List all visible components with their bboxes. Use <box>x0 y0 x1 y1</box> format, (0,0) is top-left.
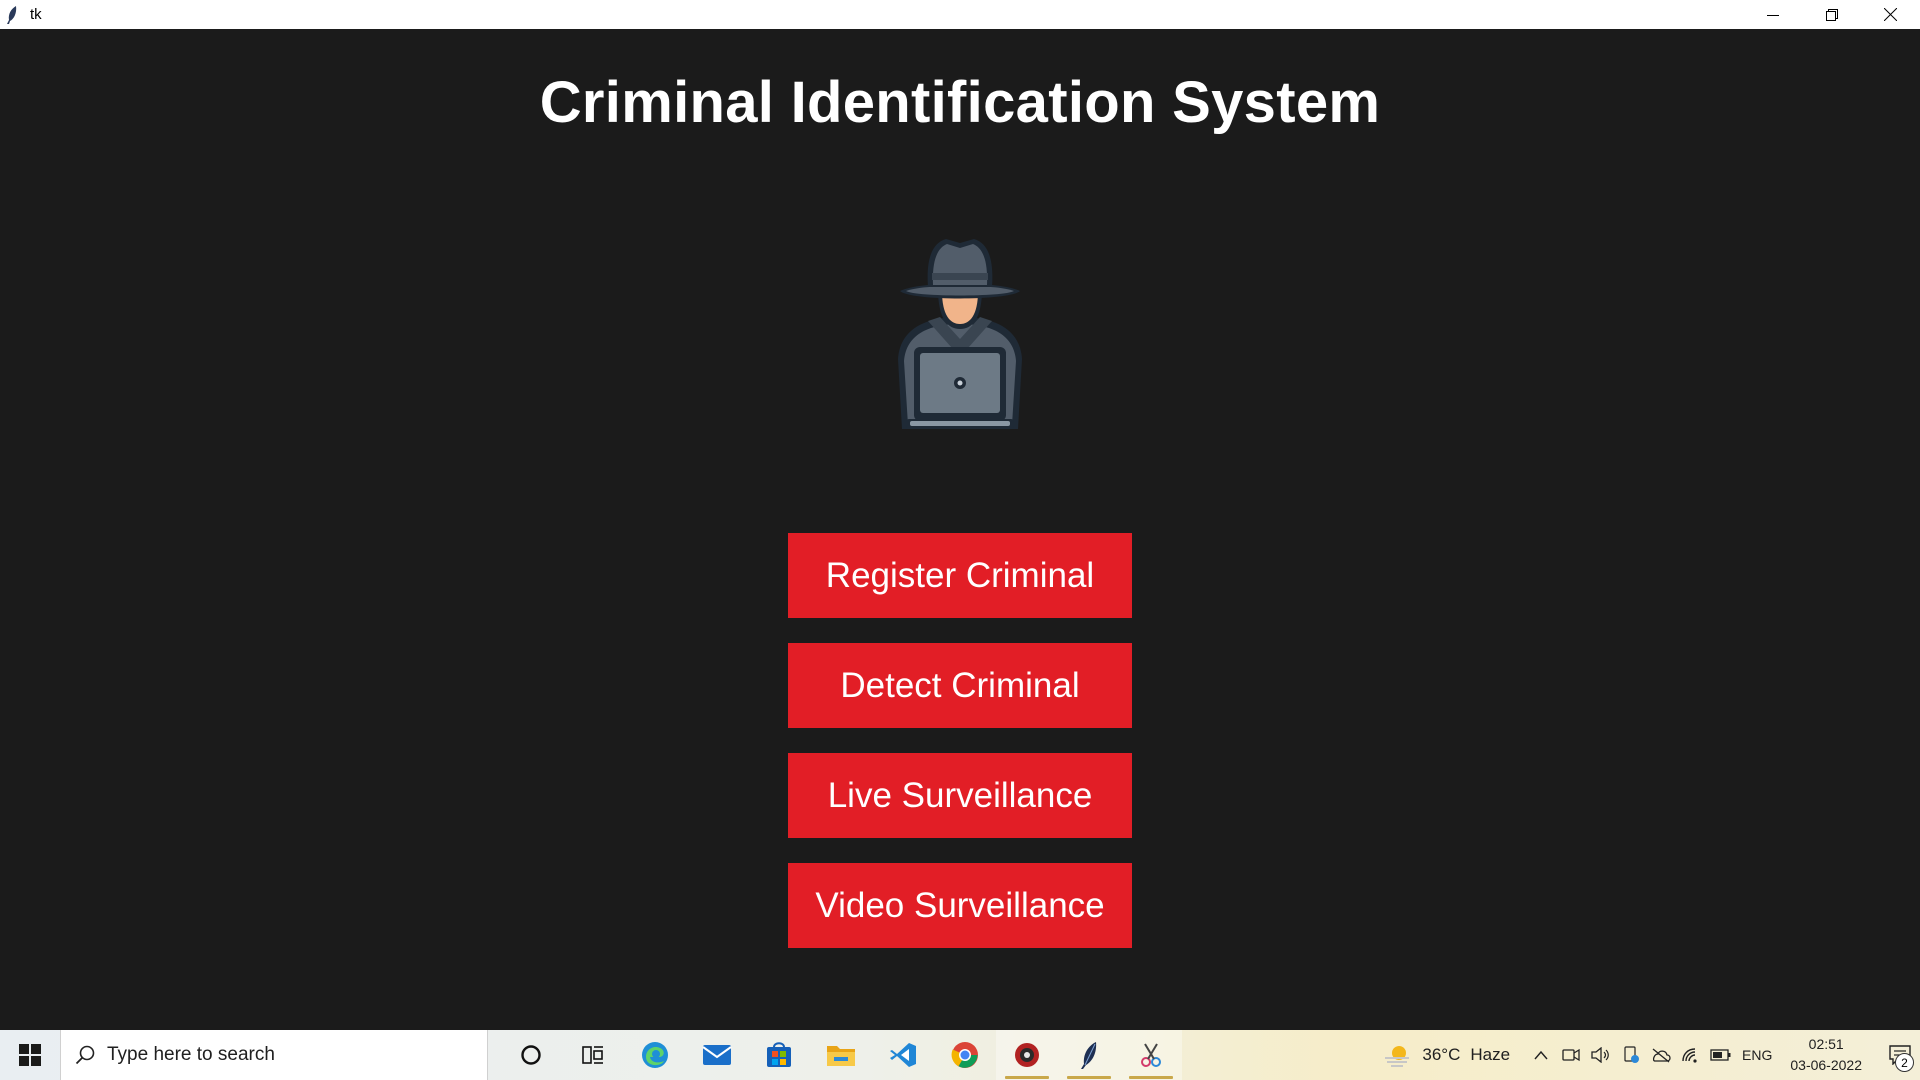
close-button[interactable] <box>1861 0 1920 29</box>
taskbar-search-box[interactable]: Type here to search <box>60 1030 488 1080</box>
haze-weather-icon <box>1385 1046 1410 1067</box>
window-title: tk <box>30 6 42 23</box>
wifi-icon <box>1682 1048 1697 1063</box>
camera-icon <box>1562 1048 1580 1062</box>
snip-icon <box>1141 1043 1161 1067</box>
network-button[interactable] <box>1676 1030 1706 1080</box>
page-title: Criminal Identification System <box>539 70 1381 135</box>
weather-temp: 36°C <box>1422 1045 1461 1064</box>
restore-button[interactable] <box>1802 0 1861 29</box>
volume-button[interactable] <box>1586 1030 1616 1080</box>
running-app-button[interactable] <box>996 1030 1058 1080</box>
clock-time: 02:51 <box>1808 1036 1844 1052</box>
snip-tool-button[interactable] <box>1120 1030 1182 1080</box>
weather-widget[interactable]: 36°C Haze <box>1382 1042 1510 1068</box>
onedrive-status-button[interactable] <box>1616 1030 1646 1080</box>
store-button[interactable] <box>748 1030 810 1080</box>
windows-logo-icon <box>19 1044 41 1066</box>
battery-icon <box>1710 1049 1731 1061</box>
vscode-icon <box>890 1043 916 1067</box>
cloud-off-icon <box>1652 1048 1671 1063</box>
window-title-bar: tk <box>0 0 1920 29</box>
video-surveillance-button[interactable]: Video Surveillance <box>788 863 1132 948</box>
meet-now-button[interactable] <box>1556 1030 1586 1080</box>
show-hidden-icons-button[interactable] <box>1526 1030 1556 1080</box>
minimize-button[interactable] <box>1743 0 1802 29</box>
chevron-up-icon <box>1534 1050 1548 1060</box>
clock-date: 03-06-2022 <box>1790 1057 1862 1073</box>
mail-icon <box>702 1045 732 1065</box>
spy-with-laptop-icon <box>880 229 1040 444</box>
detect-criminal-button[interactable]: Detect Criminal <box>788 643 1132 728</box>
battery-button[interactable] <box>1706 1030 1736 1080</box>
input-language[interactable]: ENG <box>1742 1047 1772 1063</box>
mail-button[interactable] <box>686 1030 748 1080</box>
file-explorer-button[interactable] <box>810 1030 872 1080</box>
cortana-icon <box>521 1045 541 1065</box>
notification-center-button[interactable]: 2 <box>1880 1030 1920 1080</box>
register-criminal-button[interactable]: Register Criminal <box>788 533 1132 618</box>
task-view-button[interactable] <box>562 1030 624 1080</box>
cloud-status-button[interactable] <box>1646 1030 1676 1080</box>
search-placeholder: Type here to search <box>107 1044 275 1065</box>
file-explorer-icon <box>827 1046 855 1066</box>
python-tk-button[interactable] <box>1058 1030 1120 1080</box>
speaker-icon <box>1591 1047 1609 1063</box>
notification-count-badge: 2 <box>1895 1053 1914 1072</box>
weather-condition: Haze <box>1470 1045 1511 1064</box>
taskbar: Type here to search 36°C Haze ENG 02:51 … <box>0 1030 1920 1080</box>
app-window: Criminal Identification System Register … <box>0 29 1920 1030</box>
device-sync-icon <box>1624 1046 1640 1063</box>
minimize-icon <box>1766 14 1779 16</box>
close-icon <box>1884 8 1897 21</box>
restore-icon <box>1825 8 1838 21</box>
python-feather-icon <box>1081 1042 1097 1069</box>
vscode-button[interactable] <box>872 1030 934 1080</box>
task-view-icon <box>582 1046 603 1064</box>
edge-icon <box>642 1042 668 1068</box>
chrome-icon <box>951 1042 978 1068</box>
live-surveillance-button[interactable]: Live Surveillance <box>788 753 1132 838</box>
tk-feather-icon <box>6 4 24 26</box>
edge-button[interactable] <box>624 1030 686 1080</box>
start-button[interactable] <box>0 1030 60 1080</box>
store-icon <box>767 1042 791 1067</box>
search-icon <box>75 1045 95 1065</box>
app-icon <box>1015 1043 1039 1067</box>
taskbar-clock[interactable]: 02:51 03-06-2022 <box>1790 1034 1862 1076</box>
chrome-button[interactable] <box>934 1030 996 1080</box>
cortana-button[interactable] <box>500 1030 562 1080</box>
